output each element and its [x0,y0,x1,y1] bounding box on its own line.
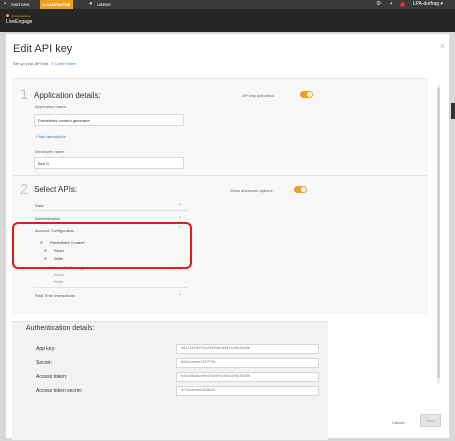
application-name-input[interactable]: Predefined content generator [34,114,184,126]
row-divider [33,287,188,288]
step-number-1: 1 [20,86,29,103]
brand-bar [0,9,455,32]
annotation-highlight-box [12,222,192,269]
section-divider [12,175,428,176]
close-icon[interactable]: × [440,42,445,51]
api-row-administration[interactable]: Administration [35,216,60,221]
tab-visitors[interactable]: VISITORS [11,0,30,9]
tab-campaigns[interactable]: ▸ CAMPAIGNS [40,0,74,9]
application-details-title: Application details: [34,91,101,100]
application-name-label: Application name: [35,104,67,109]
subtitle-text: Set up your API key. [13,61,49,66]
side-panel-handle[interactable] [451,103,455,119]
developer-name-label: Developer name: [35,149,66,154]
chevron-down-icon[interactable]: ⌄ [178,202,182,207]
secret-value[interactable]: 6a82ceeeef527f3b [176,358,319,368]
row-divider [33,210,188,211]
chevron-down-icon: ▾ [440,1,443,7]
add-description-link[interactable]: + Add description [35,134,66,139]
modal-title: Edit API key [13,43,73,55]
visitors-icon: ▪ [4,1,7,7]
app-key-label: App key: [36,346,56,352]
save-button[interactable]: Save [420,414,441,427]
api-key-activation-label: API key activation [242,93,274,98]
access-token-secret-label: Access token secret: [36,388,83,394]
secret-label: Secret: [36,360,52,366]
chevron-down-icon[interactable]: ⌄ [178,215,182,220]
app-key-value[interactable]: d8171ef8153c4404b81a38fcc0b49a8e [176,344,319,354]
modal-subtitle: Set up your API key. ⓘ Learn more [13,61,76,67]
automatic-read-item[interactable]: Read [54,272,64,277]
gear-icon[interactable]: ⚙ [376,1,381,8]
api-row-data[interactable]: Data [35,203,43,208]
edit-api-key-modal: Edit API key Set up your API key. ⓘ Lear… [6,34,449,440]
users-icon: ● [89,1,93,7]
show-advanced-options-toggle[interactable] [294,186,307,193]
tab-campaigns-label: CAMPAIGNS [46,2,71,7]
automatic-write-item[interactable]: Write [54,279,63,284]
developer-name-input[interactable]: Ben S [34,157,184,169]
brand-logo: LiveEngage [6,19,33,25]
user-menu[interactable]: LPA-dotfrag ▾ [413,0,443,9]
tab-users[interactable]: USERS [97,0,111,9]
scrollbar-thumb[interactable] [437,88,440,378]
brand-subtitle: conversational [11,14,31,18]
step-number-2: 2 [20,181,29,198]
status-badge [400,2,405,7]
cancel-button[interactable]: Cancel [392,420,404,425]
brand-logo-icon [6,14,9,17]
top-navigation-bar: ▪ VISITORS ▸ CAMPAIGNS ● USERS ⚙ ◐ LPA-d… [0,0,455,9]
chevron-down-icon[interactable]: ⌄ [178,292,182,297]
learn-more-link[interactable]: Learn more [55,61,75,66]
access-token-value[interactable]: b4ad264ace0c47a08f4c064d70b26360 [176,372,319,382]
api-row-real-time-interactions[interactable]: Real Time Interactions [35,293,75,298]
show-advanced-options-label: Show advanced options [230,188,273,193]
user-name: LPA-dotfrag [412,1,440,7]
availability-icon[interactable]: ◐ [390,1,394,8]
access-token-secret-value[interactable]: 4f34e9edbb938945 [176,386,319,396]
authentication-details-title: Authentication details: [26,325,95,332]
select-apis-title: Select APIs: [34,185,78,194]
api-key-activation-toggle[interactable] [300,91,313,98]
access-token-label: Access token: [36,374,68,380]
